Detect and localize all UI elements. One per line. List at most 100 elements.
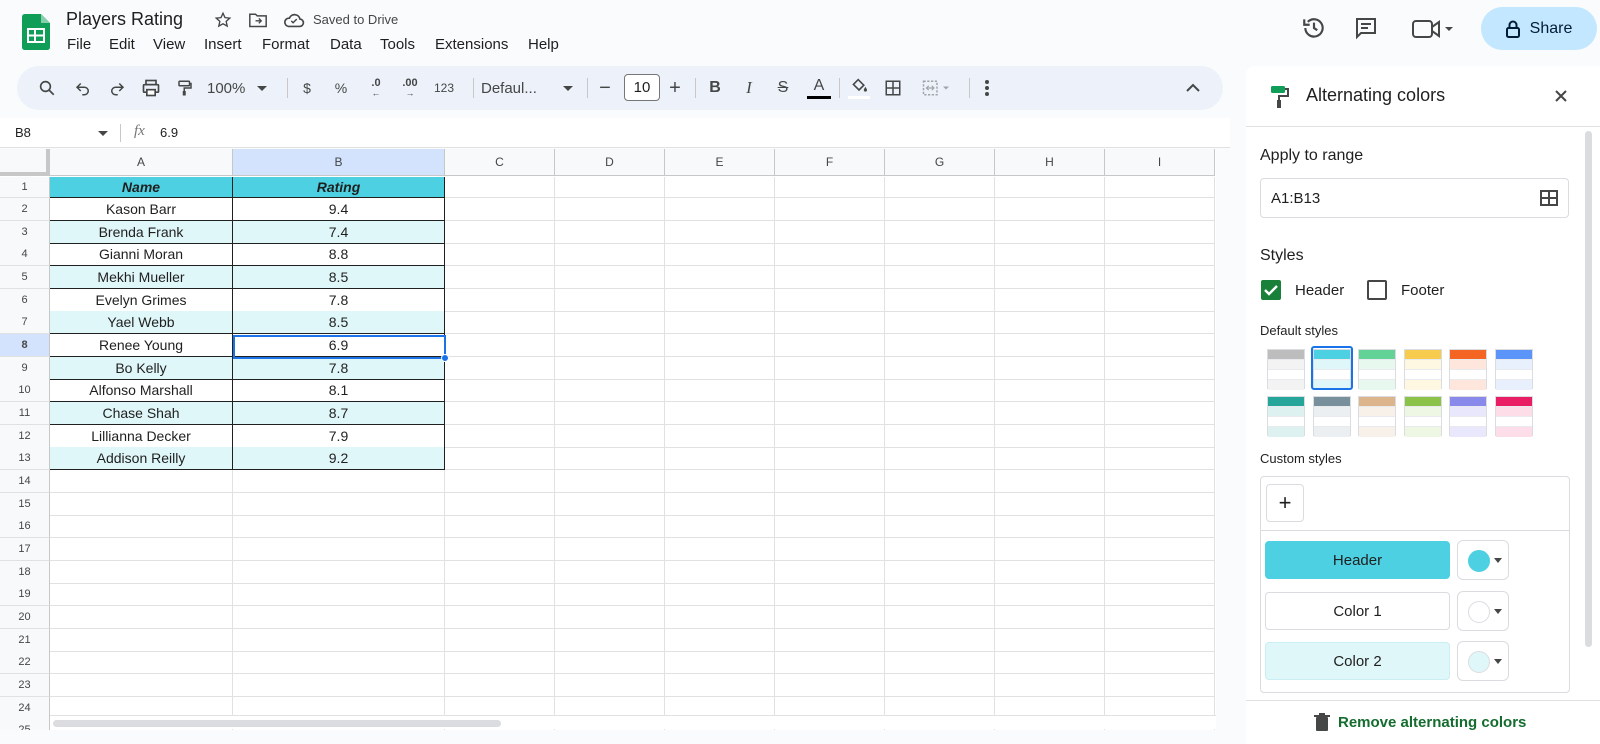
empty-cell[interactable] [1105, 470, 1215, 493]
panel-scrollbar[interactable] [1585, 131, 1592, 647]
empty-cell[interactable] [775, 447, 885, 470]
empty-cell[interactable] [50, 629, 233, 652]
empty-cell[interactable] [665, 266, 775, 289]
row-header-16[interactable]: 16 [0, 515, 50, 538]
table-cell[interactable]: Alfonso Marshall [50, 379, 233, 402]
empty-cell[interactable] [665, 583, 775, 606]
collapse-toolbar-icon[interactable] [1181, 76, 1205, 100]
empty-cell[interactable] [555, 266, 665, 289]
table-cell[interactable]: Bo Kelly [50, 357, 233, 380]
empty-cell[interactable] [775, 221, 885, 244]
empty-cell[interactable] [995, 198, 1105, 221]
empty-cell[interactable] [885, 243, 995, 266]
row-header-6[interactable]: 6 [0, 289, 50, 312]
empty-cell[interactable] [995, 674, 1105, 697]
empty-cell[interactable] [1105, 561, 1215, 584]
table-cell[interactable]: Yael Webb [50, 311, 233, 334]
empty-cell[interactable] [775, 493, 885, 516]
table-cell[interactable]: Evelyn Grimes [50, 289, 233, 312]
row-header-2[interactable]: 2 [0, 198, 50, 221]
empty-cell[interactable] [995, 289, 1105, 312]
empty-cell[interactable] [445, 402, 555, 425]
empty-cell[interactable] [233, 674, 445, 697]
horizontal-scrollbar[interactable] [50, 715, 1216, 729]
empty-cell[interactable] [233, 515, 445, 538]
empty-cell[interactable] [665, 198, 775, 221]
empty-cell[interactable] [1105, 583, 1215, 606]
empty-cell[interactable] [1105, 515, 1215, 538]
empty-cell[interactable] [775, 379, 885, 402]
empty-cell[interactable] [995, 651, 1105, 674]
color1-button[interactable]: Color 1 [1265, 592, 1450, 630]
empty-cell[interactable] [775, 177, 885, 198]
table-cell[interactable]: 8.8 [233, 243, 445, 266]
default-style-swatch[interactable] [1449, 396, 1487, 437]
table-cell[interactable]: Chase Shah [50, 402, 233, 425]
empty-cell[interactable] [995, 629, 1105, 652]
empty-cell[interactable] [233, 606, 445, 629]
empty-cell[interactable] [1105, 357, 1215, 380]
empty-cell[interactable] [995, 425, 1105, 448]
column-header-f[interactable]: F [775, 149, 885, 176]
row-header-11[interactable]: 11 [0, 402, 50, 425]
empty-cell[interactable] [445, 447, 555, 470]
horizontal-scroll-thumb[interactable] [53, 720, 501, 727]
empty-cell[interactable] [555, 334, 665, 357]
empty-cell[interactable] [445, 177, 555, 198]
empty-cell[interactable] [665, 493, 775, 516]
row-header-15[interactable]: 15 [0, 493, 50, 516]
select-range-icon[interactable] [1540, 190, 1558, 206]
empty-cell[interactable] [775, 357, 885, 380]
row-header-12[interactable]: 12 [0, 425, 50, 448]
empty-cell[interactable] [665, 629, 775, 652]
column-header-b[interactable]: B [233, 149, 445, 176]
empty-cell[interactable] [1105, 538, 1215, 561]
empty-cell[interactable] [665, 561, 775, 584]
empty-cell[interactable] [885, 606, 995, 629]
empty-cell[interactable] [1105, 177, 1215, 198]
empty-cell[interactable] [555, 311, 665, 334]
row-header-5[interactable]: 5 [0, 266, 50, 289]
empty-cell[interactable] [885, 447, 995, 470]
empty-cell[interactable] [1105, 243, 1215, 266]
row-header-25[interactable]: 25 [0, 719, 50, 730]
empty-cell[interactable] [885, 674, 995, 697]
empty-cell[interactable] [775, 289, 885, 312]
font-size-input[interactable]: 10 [624, 74, 660, 101]
default-style-swatch[interactable] [1403, 349, 1442, 390]
empty-cell[interactable] [885, 311, 995, 334]
menu-edit[interactable]: Edit [109, 36, 135, 53]
zoom-select[interactable]: 100% [207, 76, 277, 100]
empty-cell[interactable] [555, 493, 665, 516]
empty-cell[interactable] [885, 402, 995, 425]
empty-cell[interactable] [775, 198, 885, 221]
print-icon[interactable] [139, 76, 163, 100]
document-title[interactable]: Players Rating [66, 9, 183, 30]
table-cell[interactable]: Addison Reilly [50, 447, 233, 470]
empty-cell[interactable] [995, 177, 1105, 198]
empty-cell[interactable] [1105, 289, 1215, 312]
column-header-d[interactable]: D [555, 149, 665, 176]
empty-cell[interactable] [995, 561, 1105, 584]
paint-format-icon[interactable] [173, 76, 197, 100]
empty-cell[interactable] [775, 266, 885, 289]
column-header-h[interactable]: H [995, 149, 1105, 176]
empty-cell[interactable] [995, 357, 1105, 380]
empty-cell[interactable] [50, 470, 233, 493]
empty-cell[interactable] [885, 266, 995, 289]
empty-cell[interactable] [775, 538, 885, 561]
row-header-22[interactable]: 22 [0, 651, 50, 674]
table-header-cell[interactable]: Name [50, 177, 233, 198]
empty-cell[interactable] [1105, 606, 1215, 629]
empty-cell[interactable] [665, 606, 775, 629]
empty-cell[interactable] [445, 221, 555, 244]
row-header-24[interactable]: 24 [0, 697, 50, 720]
star-icon[interactable] [214, 11, 232, 29]
empty-cell[interactable] [445, 243, 555, 266]
row-header-23[interactable]: 23 [0, 674, 50, 697]
row-header-18[interactable]: 18 [0, 561, 50, 584]
empty-cell[interactable] [665, 177, 775, 198]
table-cell[interactable]: Gianni Moran [50, 243, 233, 266]
empty-cell[interactable] [555, 447, 665, 470]
redo-icon[interactable] [105, 76, 129, 100]
